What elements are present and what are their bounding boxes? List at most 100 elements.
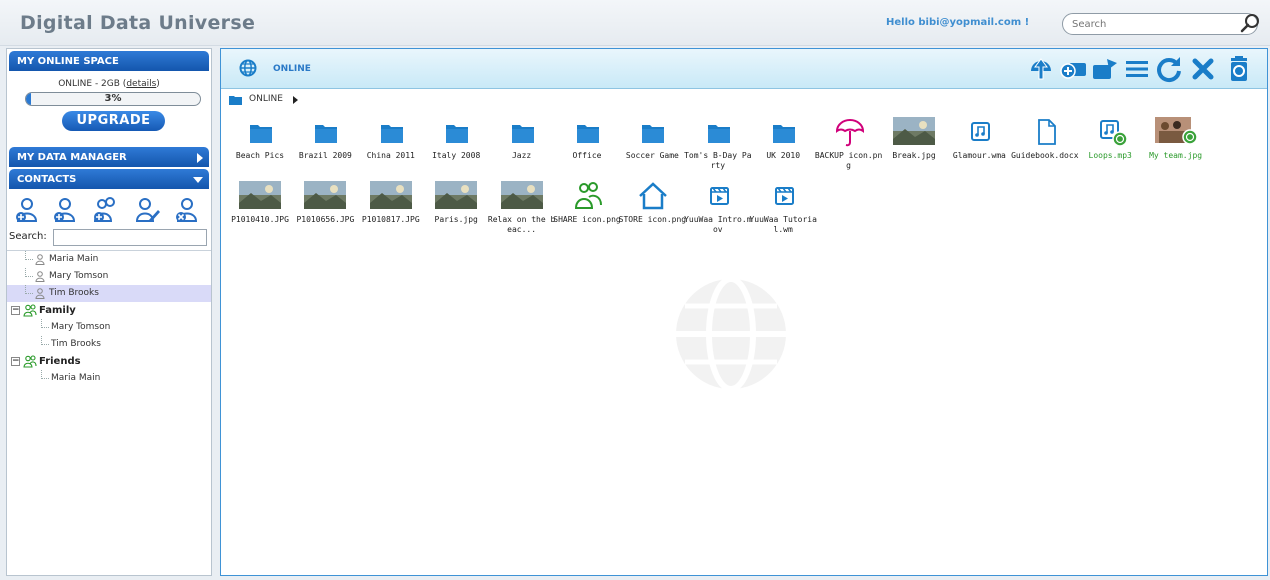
folder-item[interactable]: Jazz xyxy=(487,115,557,179)
contact-search-label: Search: xyxy=(9,231,47,242)
plan-text: ONLINE - 2GB xyxy=(58,79,120,89)
person-icon xyxy=(35,271,45,282)
contact-name: Mary Tomson xyxy=(49,271,109,281)
add-folder-icon[interactable] xyxy=(1059,55,1087,83)
file-item[interactable]: P1010410.JPG xyxy=(225,179,295,243)
item-label: Soccer Game xyxy=(625,151,679,160)
contact-item[interactable]: Maria Main xyxy=(7,251,211,268)
chevron-down-icon xyxy=(193,177,203,183)
person-icon xyxy=(35,254,45,265)
contact-item[interactable]: Mary Tomson xyxy=(7,268,211,285)
video-file-icon xyxy=(775,187,795,205)
contact-toolbar xyxy=(13,196,209,224)
image-thumbnail xyxy=(239,181,281,209)
sidebar: MY ONLINE SPACE ONLINE - 2GB (details) 3… xyxy=(6,48,212,576)
file-item[interactable]: Relax on the beac... xyxy=(487,179,557,243)
item-label: Jazz xyxy=(511,151,532,160)
group-member[interactable]: Maria Main xyxy=(7,370,211,387)
item-label: Beach Pics xyxy=(235,151,285,160)
item-label: YuuWaa Intro.mov xyxy=(684,215,752,234)
file-item[interactable]: P1010656.JPG xyxy=(290,179,360,243)
data-manager-header[interactable]: MY DATA MANAGER xyxy=(9,147,209,167)
group-icon xyxy=(23,355,37,368)
folder-icon xyxy=(380,125,403,143)
plan-info: ONLINE - 2GB (details) xyxy=(58,79,160,89)
file-item[interactable]: YuuWaa Intro.mov xyxy=(683,179,753,243)
file-item[interactable]: Glamour.wma xyxy=(944,115,1014,179)
item-label: Tom's B-Day Party xyxy=(684,151,752,170)
add-contact-icon[interactable] xyxy=(13,196,41,224)
folder-icon xyxy=(446,125,469,143)
search-icon[interactable] xyxy=(1239,12,1261,34)
folder-icon xyxy=(511,125,534,143)
folder-icon xyxy=(229,96,242,105)
folder-item[interactable]: Brazil 2009 xyxy=(290,115,360,179)
collapse-icon[interactable]: − xyxy=(11,306,20,315)
file-item[interactable]: Loops.mp3 xyxy=(1075,115,1145,179)
folder-item[interactable]: China 2011 xyxy=(356,115,426,179)
move-icon[interactable] xyxy=(1091,55,1119,83)
refresh-icon[interactable] xyxy=(1155,55,1183,83)
file-item[interactable]: My team.jpg xyxy=(1141,115,1211,179)
group-member[interactable]: Tim Brooks xyxy=(7,336,211,353)
folder-item[interactable]: Beach Pics xyxy=(225,115,295,179)
item-label: My team.jpg xyxy=(1149,151,1203,160)
trash-icon[interactable] xyxy=(1225,55,1253,83)
item-label: SHARE icon.png xyxy=(553,215,621,224)
file-item[interactable]: Break.jpg xyxy=(879,115,949,179)
group-name: Family xyxy=(39,305,76,316)
file-item[interactable]: BACKUP icon.png xyxy=(814,115,884,179)
contact-group-family[interactable]: − Family xyxy=(7,302,211,319)
file-item[interactable]: Guidebook.docx xyxy=(1010,115,1080,179)
details-link[interactable]: details xyxy=(126,79,156,89)
folder-item[interactable]: Italy 2008 xyxy=(421,115,491,179)
file-item[interactable]: SHARE icon.png xyxy=(552,179,622,243)
folder-item[interactable]: UK 2010 xyxy=(748,115,818,179)
item-label: UK 2010 xyxy=(766,151,801,160)
list-view-icon[interactable] xyxy=(1123,55,1151,83)
online-space-title: MY ONLINE SPACE xyxy=(17,56,119,67)
group-icon xyxy=(23,304,37,317)
group-member[interactable]: Mary Tomson xyxy=(7,319,211,336)
edit-contact-icon[interactable] xyxy=(133,196,161,224)
member-name: Tim Brooks xyxy=(51,339,101,349)
upload-icon[interactable] xyxy=(1027,55,1055,83)
contact-tree: Maria Main Mary Tomson Tim Brooks − Fami… xyxy=(7,250,211,387)
upgrade-button[interactable]: UPGRADE xyxy=(62,111,165,131)
folder-icon xyxy=(577,125,599,143)
file-item[interactable]: STORE icon.png xyxy=(617,179,687,243)
contacts-header[interactable]: CONTACTS xyxy=(9,169,209,189)
search-input[interactable] xyxy=(1072,17,1232,31)
add-contact-icon[interactable] xyxy=(51,196,79,224)
file-browser-header: ONLINE xyxy=(221,49,1267,89)
contact-search-input[interactable] xyxy=(53,229,207,246)
folder-item[interactable]: Office xyxy=(552,115,622,179)
chevron-right-icon xyxy=(197,153,203,163)
folder-item[interactable]: Tom's B-Day Party xyxy=(683,115,753,179)
add-group-icon[interactable] xyxy=(91,196,119,224)
search-field[interactable] xyxy=(1062,13,1258,35)
image-thumbnail xyxy=(304,181,347,209)
item-label: STORE icon.png xyxy=(618,215,687,224)
collapse-icon[interactable]: − xyxy=(11,357,20,366)
folder-item[interactable]: Soccer Game xyxy=(617,115,687,179)
delete-icon[interactable] xyxy=(1189,55,1217,83)
remove-contact-icon[interactable] xyxy=(173,196,201,224)
globe-watermark-icon xyxy=(676,276,786,392)
breadcrumb-item[interactable]: ONLINE xyxy=(249,94,283,104)
online-space-header[interactable]: MY ONLINE SPACE xyxy=(9,51,209,71)
contact-name: Maria Main xyxy=(49,254,99,264)
file-item[interactable]: P1010817.JPG xyxy=(356,179,426,243)
folder-icon xyxy=(773,125,796,143)
image-thumbnail xyxy=(893,117,935,145)
folder-icon xyxy=(250,125,272,143)
contact-item-selected[interactable]: Tim Brooks xyxy=(7,285,211,302)
member-name: Maria Main xyxy=(51,373,101,383)
group-name: Friends xyxy=(39,356,81,367)
contact-group-friends[interactable]: − Friends xyxy=(7,353,211,370)
file-item[interactable]: Paris.jpg xyxy=(421,179,491,243)
item-label: Relax on the beac... xyxy=(487,215,556,234)
item-label: P1010656.JPG xyxy=(296,215,355,224)
document-icon xyxy=(1037,119,1056,145)
file-item[interactable]: YuuWaa Tutorial.wm xyxy=(748,179,818,243)
